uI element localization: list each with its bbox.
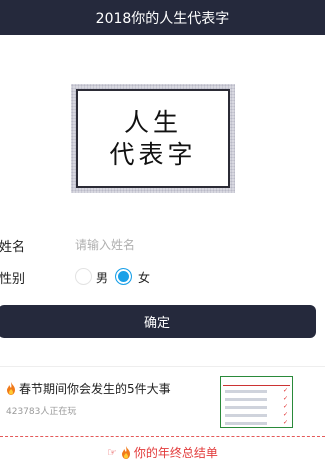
banner-frame: 人生 代表字 [71,84,235,193]
divider [0,366,325,367]
promo-title: 春节期间你会发生的5件大事 [19,382,171,396]
thumbnail-row: ✓ [223,404,290,410]
banner: 人生 代表字 [76,89,230,188]
thumbnail-header [223,379,290,386]
thumbnail-row: ✓ [223,420,290,426]
promo-player-count: 423783人正在玩 [6,407,77,417]
thumbnail-row: ✓ [223,412,290,418]
promo-card-title[interactable]: 春节期间你会发生的5件大事 [6,380,171,397]
year-summary-label: 你的年终总结单 [133,446,218,460]
confirm-button[interactable]: 确定 [0,305,316,338]
gender-female-label[interactable]: 女 [138,269,150,286]
pointing-hand-icon: ☞ [107,446,117,459]
gender-female-radio[interactable] [115,268,132,285]
thumbnail-row: ✓ [223,396,290,402]
fire-icon [121,446,130,459]
fire-icon [7,382,15,395]
banner-line-2: 代表字 [109,139,197,169]
dashed-divider [0,436,325,437]
gender-male-label[interactable]: 男 [96,269,108,286]
gender-label: 性别 [0,271,26,287]
name-label: 姓名 [0,239,26,255]
thumbnail-row: ✓ [223,388,290,394]
year-summary-link[interactable]: ☞ 你的年终总结单 [0,444,325,461]
name-row: 姓名 [0,234,325,256]
gender-male-radio[interactable] [75,268,92,285]
page-title: 2018你的人生代表字 [95,10,230,27]
gender-row: 性别 男 女 [0,266,325,288]
title-bar: 2018你的人生代表字 [0,0,325,35]
checklist-thumbnail[interactable]: ✓ ✓ ✓ ✓ ✓ [220,376,293,428]
banner-line-1: 人生 [123,107,182,137]
name-input[interactable] [75,234,275,256]
